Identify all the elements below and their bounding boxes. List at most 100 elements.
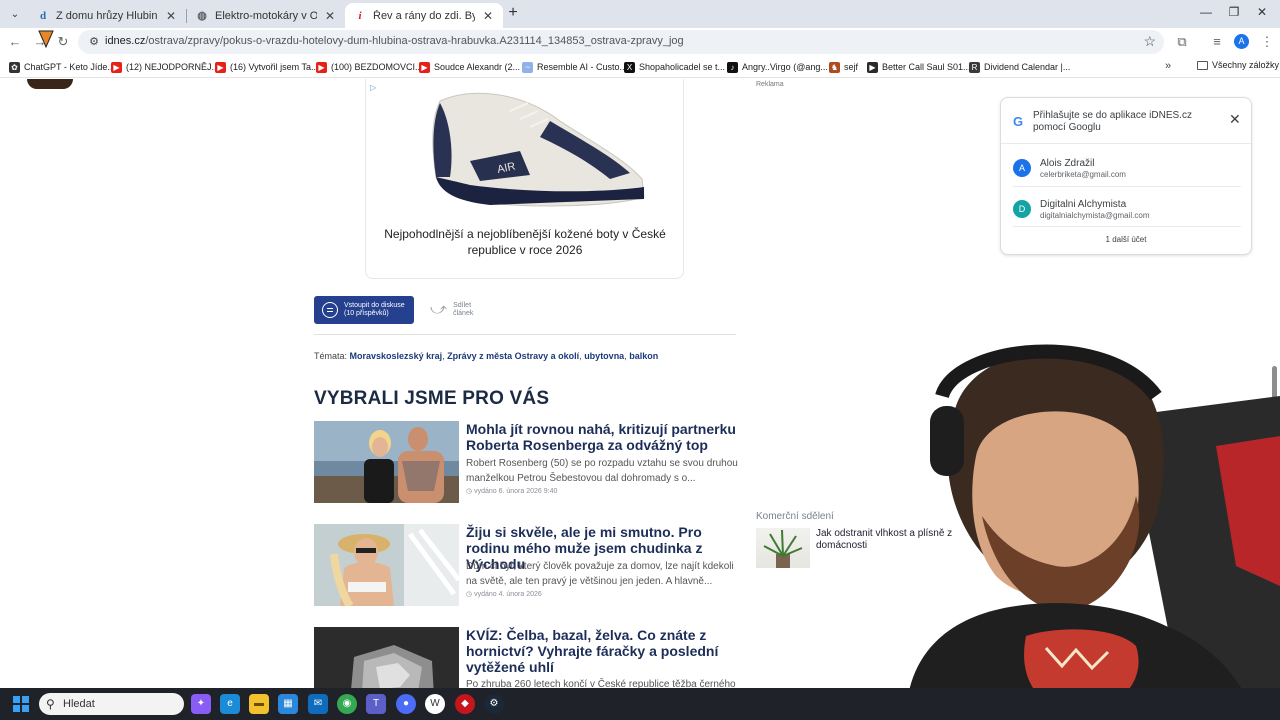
join-discussion-button[interactable]: Vstoupit do diskuse (10 příspěvků): [314, 296, 414, 324]
bookmark-item[interactable]: ♪ Angry..Virgo (@ang...: [727, 60, 828, 74]
bookmark-item[interactable]: ♞ sejf: [829, 60, 858, 74]
account-email: digitalnialchymista@gmail.com: [1040, 211, 1150, 220]
bookmark-item[interactable]: X Shopaholicadel se t...: [624, 60, 725, 74]
bookmark-item[interactable]: ~ Resemble AI - Custo...: [522, 60, 627, 74]
recommended-article[interactable]: Žiju si skvěle, ale je mi smutno. Pro ro…: [314, 524, 738, 606]
google-account-option[interactable]: A Alois Zdražil celerbriketa@gmail.com: [1013, 154, 1241, 186]
topic-link[interactable]: ubytovna: [584, 351, 624, 361]
outlook-icon[interactable]: ✉: [308, 694, 328, 714]
kebab-menu-icon[interactable]: ⋮: [1259, 34, 1275, 50]
commercial-heading: Komerční sdělení: [756, 511, 834, 522]
tab-2-active[interactable]: i Řev a rány do zdi. Bylo tam hodně ✕: [345, 3, 503, 28]
account-avatar: D: [1013, 200, 1031, 218]
bookmark-item[interactable]: ▶ (100) BEZDOMOVCI...: [316, 60, 423, 74]
bookmark-item[interactable]: R Dividend Calendar |...: [969, 60, 1070, 74]
bookmark-label: (16) Vytvořil jsem Ta...: [230, 62, 319, 72]
bookmark-item[interactable]: ▶ Soudce Alexandr (2...: [419, 60, 520, 74]
recommended-article[interactable]: KVÍZ: Čelba, bazal, želva. Co znáte z ho…: [314, 627, 738, 688]
account-name: Digitalni Alchymista: [1040, 199, 1127, 210]
commercial-thumbnail[interactable]: [756, 528, 810, 568]
tab-strip: ⌄ d Z domu hrůzy Hlubina nové bydlení ✕ …: [0, 0, 1280, 28]
close-tab-icon[interactable]: ✕: [481, 9, 495, 23]
tab-0[interactable]: d Z domu hrůzy Hlubina nové bydlení ✕: [28, 3, 186, 28]
close-icon[interactable]: ✕: [1229, 111, 1241, 128]
webcam-overlay: [886, 336, 1280, 720]
article-thumbnail[interactable]: [314, 421, 459, 503]
extensions-icon[interactable]: ⧉: [1174, 34, 1190, 50]
windows-logo-tile: [13, 696, 20, 703]
youtube-icon: ▶: [215, 61, 226, 73]
discussion-count: (10 příspěvků): [344, 310, 389, 317]
all-bookmarks-folder[interactable]: Všechny záložky: [1197, 60, 1279, 70]
bookmark-label: ChatGPT - Keto Jíde...: [24, 62, 115, 72]
bookmarks-overflow-button[interactable]: »: [1165, 60, 1171, 72]
topic-link[interactable]: Zprávy z města Ostravy a okolí: [447, 351, 579, 361]
minimize-button[interactable]: —: [1192, 5, 1220, 23]
app-icon[interactable]: ●: [396, 694, 416, 714]
back-icon[interactable]: ←: [7, 34, 23, 50]
bookmark-item[interactable]: ▶ (12) NEJODPORNĚJ...: [111, 60, 219, 74]
google-account-option[interactable]: D Digitalni Alchymista digitalnialchymis…: [1013, 195, 1241, 227]
site-logo-fragment: [27, 79, 73, 89]
wordpress-icon[interactable]: W: [425, 694, 445, 714]
windows-start-button[interactable]: [13, 696, 29, 712]
divider: [314, 334, 736, 335]
teams-icon[interactable]: T: [366, 694, 386, 714]
share-article-button[interactable]: ⤻ Sdílet článek: [430, 302, 473, 318]
divider: [1001, 143, 1251, 144]
date-text: vydáno 4. února 2026: [474, 591, 542, 598]
address-bar[interactable]: ⚙ idnes.cz/ostrava/zpravy/pokus-o-vrazdu…: [78, 30, 1164, 54]
google-signin-panel: G Přihlašujte se do aplikace iDNES.cz po…: [1000, 97, 1252, 255]
microsoft-store-icon[interactable]: ▦: [278, 694, 298, 714]
close-tab-icon[interactable]: ✕: [164, 9, 178, 23]
close-tab-icon[interactable]: ✕: [323, 9, 337, 23]
bookmark-item[interactable]: ✿ ChatGPT - Keto Jíde...: [9, 60, 115, 74]
topics-label: Témata:: [314, 351, 348, 361]
restore-button[interactable]: ❐: [1220, 5, 1248, 23]
tab-title: Řev a rány do zdi. Bylo tam hodně: [373, 9, 475, 22]
article-thumbnail[interactable]: [314, 627, 459, 688]
steam-icon[interactable]: ⚙: [484, 694, 504, 714]
article-thumbnail[interactable]: [314, 524, 459, 606]
url-text[interactable]: idnes.cz/ostrava/zpravy/pokus-o-vrazdu-h…: [105, 35, 684, 47]
profile-avatar[interactable]: A: [1234, 34, 1249, 49]
topic-link[interactable]: balkon: [629, 351, 658, 361]
tab-title: Elektro-motokáry v Ostravě | Elektro: [215, 9, 317, 22]
edge-icon[interactable]: e: [220, 694, 240, 714]
more-accounts-link[interactable]: 1 další účet: [1001, 235, 1251, 244]
bookmark-label: Angry..Virgo (@ang...: [742, 62, 828, 72]
chrome-icon[interactable]: ◉: [337, 694, 357, 714]
divider: [1013, 226, 1241, 227]
recommended-article[interactable]: Mohla jít rovnou nahá, kritizují partner…: [314, 421, 738, 503]
ad-headline[interactable]: Nejpohodlnější a nejoblíbenější kožené b…: [372, 226, 678, 258]
google-g-icon: G: [1013, 114, 1024, 129]
new-tab-button[interactable]: +: [504, 5, 522, 23]
taskbar-search[interactable]: ⚲ Hledat: [39, 693, 184, 715]
file-explorer-icon[interactable]: ▬: [249, 694, 269, 714]
topics-line: Témata: Moravskoslezský kraj, Zprávy z m…: [314, 351, 659, 361]
comment-bubble-icon: [322, 302, 338, 318]
share-label: Sdílet: [453, 302, 472, 309]
globe-icon: ◍: [197, 10, 207, 22]
red-app-icon[interactable]: ◆: [455, 694, 475, 714]
idnes-d-icon: d: [39, 9, 47, 22]
site-info-icon[interactable]: ⚙: [86, 34, 102, 50]
topic-link[interactable]: Moravskoslezský kraj: [350, 351, 443, 361]
bookmark-item[interactable]: ▶ Better Call Saul S01...: [867, 60, 971, 74]
media-controls-icon[interactable]: ≡: [1209, 34, 1225, 50]
adchoices-icon[interactable]: ▷: [370, 83, 376, 92]
bookmark-label: Soudce Alexandr (2...: [434, 62, 521, 72]
share-label-2: článek: [453, 310, 474, 317]
reload-icon[interactable]: ↻: [55, 34, 71, 50]
close-window-button[interactable]: ✕: [1248, 5, 1276, 23]
bookmark-star-icon[interactable]: ☆: [1143, 33, 1156, 50]
ad-card[interactable]: ▷ AIR Nejpohodlnější a nejoblíbenější ko…: [365, 79, 684, 279]
bookmark-item[interactable]: ▶ (16) Vytvořil jsem Ta...: [215, 60, 319, 74]
tab-search-button[interactable]: ⌄: [6, 5, 24, 23]
article-headline[interactable]: KVÍZ: Čelba, bazal, želva. Co znáte z ho…: [466, 627, 736, 675]
x-icon: X: [624, 61, 635, 73]
copilot-icon[interactable]: ✦: [191, 694, 211, 714]
bookmark-label: Dividend Calendar |...: [984, 62, 1071, 72]
tab-1[interactable]: ◍ Elektro-motokáry v Ostravě | Elektro ✕: [187, 3, 345, 28]
article-headline[interactable]: Mohla jít rovnou nahá, kritizují partner…: [466, 421, 736, 453]
